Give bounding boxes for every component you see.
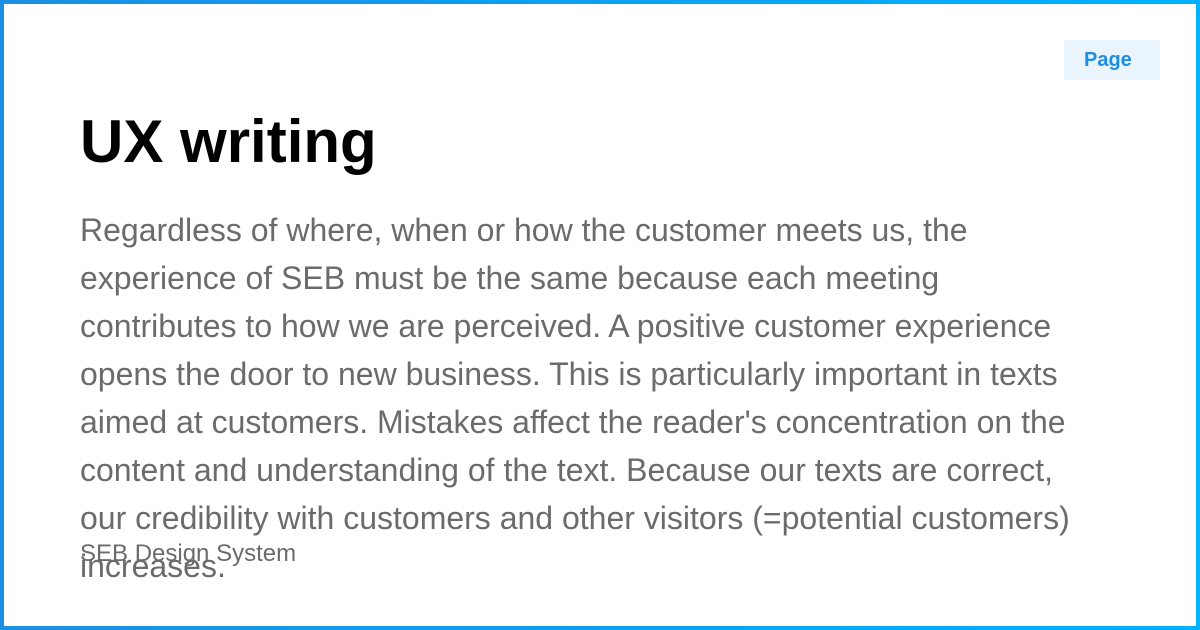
- page-type-badge: Page: [1064, 40, 1160, 80]
- social-preview-card: Page UX writing Regardless of where, whe…: [0, 0, 1200, 630]
- site-name: SEB Design System: [80, 540, 297, 567]
- page-title: UX writing: [80, 108, 377, 175]
- page-description: Regardless of where, when or how the cus…: [80, 212, 1070, 584]
